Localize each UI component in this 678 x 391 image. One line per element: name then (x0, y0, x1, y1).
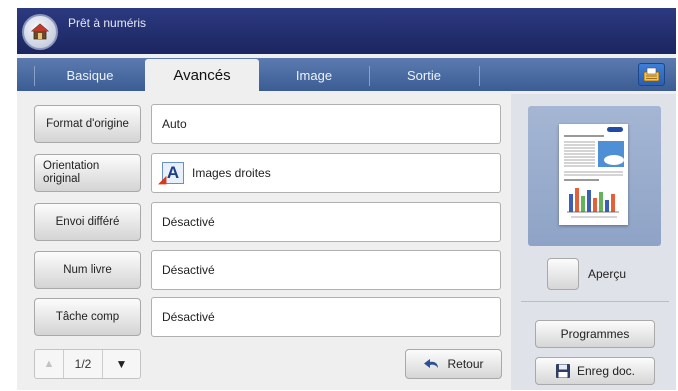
original-format-field[interactable]: Auto (151, 104, 501, 144)
programs-button-label: Programmes (560, 327, 630, 341)
panel-divider (521, 301, 669, 302)
preview-panel: Aperçu Programmes Enreg doc. (511, 94, 676, 390)
tab-label: Basique (66, 68, 114, 83)
triangle-up-icon: ▲ (43, 358, 55, 370)
page-navigator: ▲ 1/2 ▼ (34, 349, 141, 379)
tab-label: Image (295, 68, 333, 83)
home-button[interactable] (22, 14, 58, 50)
tab-label: Sortie (407, 68, 441, 83)
tab-image[interactable]: Image (259, 60, 369, 91)
page-down-button[interactable]: ▼ (103, 350, 140, 378)
field-value: Images droites (192, 166, 271, 180)
field-value: Auto (162, 117, 187, 131)
button-label: Tâche comp (55, 310, 120, 323)
field-value: Désactivé (162, 215, 215, 229)
button-label: Envoi différé (55, 215, 120, 228)
job-status-button[interactable] (638, 63, 665, 86)
delayed-send-button[interactable]: Envoi différé (34, 203, 141, 241)
floppy-disk-icon (555, 364, 570, 378)
field-value: Désactivé (162, 263, 215, 277)
job-status-icon (643, 67, 660, 82)
save-document-label: Enreg doc. (576, 364, 636, 378)
button-label: Num livre (63, 263, 112, 276)
preview-thumbnail (559, 124, 628, 225)
tab-basique[interactable]: Basique (35, 60, 145, 91)
tab-bar: Basique Avancés Image Sortie (17, 58, 676, 92)
triangle-down-icon: ▼ (115, 357, 128, 371)
tab-sortie[interactable]: Sortie (369, 60, 479, 91)
original-format-button[interactable]: Format d'origine (34, 105, 141, 143)
build-job-field[interactable]: Désactivé (151, 297, 501, 337)
button-label: Orientation original (43, 160, 100, 185)
build-job-button[interactable]: Tâche comp (34, 298, 141, 336)
preview-toggle-button[interactable] (547, 258, 579, 290)
tab-avances[interactable]: Avancés (145, 59, 259, 92)
back-button[interactable]: Retour (405, 349, 502, 379)
page-indicator: 1/2 (63, 350, 103, 378)
book-scan-button[interactable]: Num livre (34, 251, 141, 289)
tab-label: Avancés (173, 67, 231, 84)
page-up-button[interactable]: ▲ (35, 350, 63, 378)
original-orientation-button[interactable]: Orientation original (34, 154, 141, 192)
preview-frame (528, 106, 661, 246)
original-orientation-field[interactable]: A ◢ Images droites (151, 153, 501, 193)
undo-arrow-icon (424, 359, 439, 368)
document-preview-image (564, 127, 624, 218)
button-label: Format d'origine (46, 117, 129, 130)
tab-separator (479, 66, 480, 86)
book-scan-field[interactable]: Désactivé (151, 250, 501, 290)
delayed-send-field[interactable]: Désactivé (151, 202, 501, 242)
orientation-portrait-icon: A ◢ (158, 162, 184, 186)
field-value: Désactivé (162, 310, 215, 324)
home-icon (30, 23, 50, 40)
header-bar: Prêt à numéris (17, 8, 676, 54)
save-document-button[interactable]: Enreg doc. (535, 357, 655, 385)
preview-label: Aperçu (588, 267, 627, 281)
programs-button[interactable]: Programmes (535, 320, 655, 348)
back-button-label: Retour (447, 357, 484, 371)
scan-screen: Prêt à numéris Basique Avancés Image Sor… (17, 8, 676, 390)
screen-title: Prêt à numéris (68, 16, 147, 30)
